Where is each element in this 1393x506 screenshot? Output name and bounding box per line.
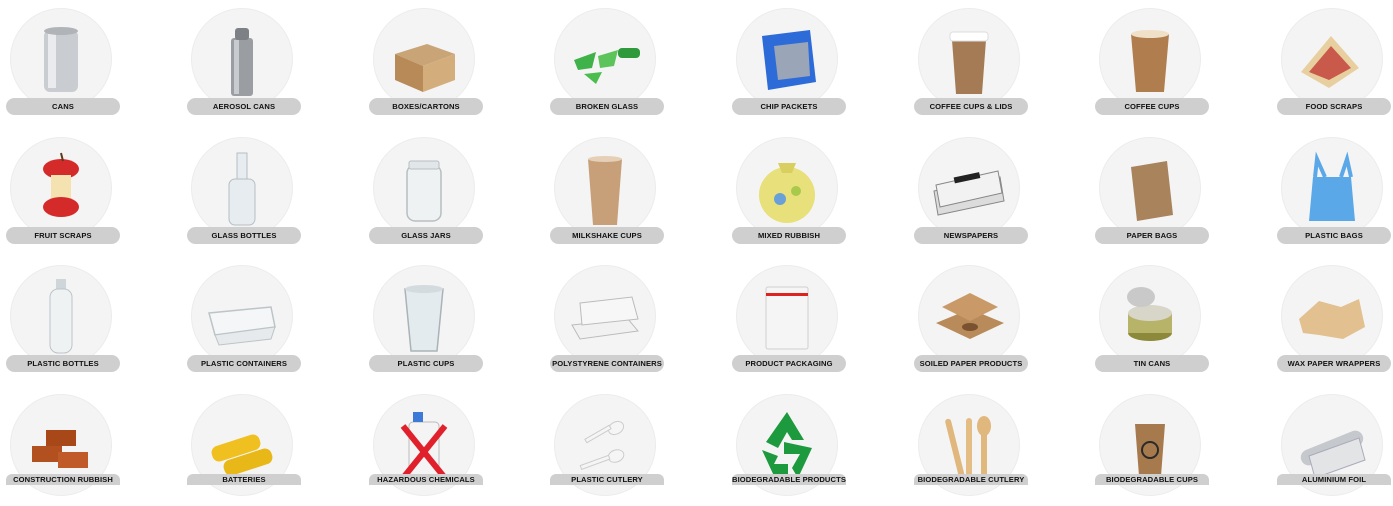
waste-item-tile[interactable]: BIODEGRADABLE CUPS xyxy=(1091,386,1211,506)
waste-item-label[interactable]: WAX PAPER WRAPPERS xyxy=(1277,355,1391,372)
plastic-bag-icon[interactable] xyxy=(1281,137,1383,239)
waste-item-tile[interactable]: POLYSTYRENE CONTAINERS xyxy=(546,257,666,377)
glass-jar-icon[interactable] xyxy=(373,137,475,239)
wax-paper-icon[interactable] xyxy=(1281,265,1383,367)
waste-item-label[interactable]: NEWSPAPERS xyxy=(914,227,1028,244)
waste-item-tile[interactable]: HAZARDOUS CHEMICALS xyxy=(365,386,485,506)
waste-item-tile[interactable]: FOOD SCRAPS xyxy=(1273,0,1393,120)
waste-item-tile[interactable]: CHIP PACKETS xyxy=(728,0,848,120)
rubbish-bag-icon[interactable] xyxy=(736,137,838,239)
waste-item-label[interactable]: MILKSHAKE CUPS xyxy=(550,227,664,244)
waste-item-label[interactable]: GLASS BOTTLES xyxy=(187,227,301,244)
waste-item-label[interactable]: PAPER BAGS xyxy=(1095,227,1209,244)
broken-glass-icon[interactable] xyxy=(554,8,656,110)
coffee-cup-icon[interactable] xyxy=(1099,8,1201,110)
waste-item-tile[interactable]: COFFEE CUPS & LIDS xyxy=(910,0,1030,120)
waste-item-label[interactable]: PLASTIC CUTLERY xyxy=(550,474,664,485)
sandwich-icon[interactable] xyxy=(1281,8,1383,110)
waste-item-tile[interactable]: BROKEN GLASS xyxy=(546,0,666,120)
waste-item-tile[interactable]: PLASTIC CUPS xyxy=(365,257,485,377)
waste-item-tile[interactable]: BIODEGRADABLE PRODUCTS xyxy=(728,386,848,506)
waste-item-label[interactable]: ALUMINIUM FOIL xyxy=(1277,474,1391,485)
waste-item-label[interactable]: MIXED RUBBISH xyxy=(732,227,846,244)
waste-item-tile[interactable]: GLASS JARS xyxy=(365,129,485,249)
waste-item-label[interactable]: CANS xyxy=(6,98,120,115)
waste-item-tile[interactable]: NEWSPAPERS xyxy=(910,129,1030,249)
waste-items-grid: CANS AEROSOL CANS BOXES/CARTONS BROKEN GLAS… xyxy=(0,0,1393,497)
waste-item-tile[interactable]: BIODEGRADABLE CUTLERY xyxy=(910,386,1030,506)
plastic-cup-icon[interactable] xyxy=(373,265,475,367)
waste-item-label[interactable]: FRUIT SCRAPS xyxy=(6,227,120,244)
waste-item-label[interactable]: HAZARDOUS CHEMICALS xyxy=(369,474,483,485)
waste-item-label[interactable]: AEROSOL CANS xyxy=(187,98,301,115)
waste-item-tile[interactable]: ALUMINIUM FOIL xyxy=(1273,386,1393,506)
waste-item-label[interactable]: COFFEE CUPS & LIDS xyxy=(914,98,1028,115)
waste-item-tile[interactable]: MILKSHAKE CUPS xyxy=(546,129,666,249)
waste-item-tile[interactable]: WAX PAPER WRAPPERS xyxy=(1273,257,1393,377)
waste-item-label[interactable]: BOXES/CARTONS xyxy=(369,98,483,115)
waste-item-label[interactable]: COFFEE CUPS xyxy=(1095,98,1209,115)
waste-item-label[interactable]: PLASTIC CUPS xyxy=(369,355,483,372)
waste-item-tile[interactable]: BOXES/CARTONS xyxy=(365,0,485,120)
waste-item-label[interactable]: BIODEGRADABLE PRODUCTS xyxy=(732,474,846,485)
packaging-bag-icon[interactable] xyxy=(736,265,838,367)
waste-item-label[interactable]: POLYSTYRENE CONTAINERS xyxy=(550,355,664,372)
pizza-box-icon[interactable] xyxy=(918,265,1020,367)
waste-item-tile[interactable]: PLASTIC BAGS xyxy=(1273,129,1393,249)
milkshake-cup-icon[interactable] xyxy=(554,137,656,239)
waste-item-tile[interactable]: TIN CANS xyxy=(1091,257,1211,377)
waste-item-tile[interactable]: PLASTIC BOTTLES xyxy=(2,257,122,377)
waste-item-label[interactable]: PRODUCT PACKAGING xyxy=(732,355,846,372)
waste-item-label[interactable]: TIN CANS xyxy=(1095,355,1209,372)
coffee-cup-lid-icon[interactable] xyxy=(918,8,1020,110)
waste-item-tile[interactable]: PLASTIC CUTLERY xyxy=(546,386,666,506)
tin-can-icon[interactable] xyxy=(1099,265,1201,367)
waste-item-label[interactable]: PLASTIC BAGS xyxy=(1277,227,1391,244)
waste-item-tile[interactable]: BATTERIES xyxy=(183,386,303,506)
paper-bag-icon[interactable] xyxy=(1099,137,1201,239)
waste-item-label[interactable]: PLASTIC BOTTLES xyxy=(6,355,120,372)
waste-item-label[interactable]: BIODEGRADABLE CUPS xyxy=(1095,474,1209,485)
waste-item-tile[interactable]: FRUIT SCRAPS xyxy=(2,129,122,249)
waste-item-tile[interactable]: MIXED RUBBISH xyxy=(728,129,848,249)
waste-item-tile[interactable]: SOILED PAPER PRODUCTS xyxy=(910,257,1030,377)
cardboard-box-icon[interactable] xyxy=(373,8,475,110)
waste-item-tile[interactable]: PLASTIC CONTAINERS xyxy=(183,257,303,377)
aerosol-can-icon[interactable] xyxy=(191,8,293,110)
waste-item-label[interactable]: CHIP PACKETS xyxy=(732,98,846,115)
plastic-bottle-icon[interactable] xyxy=(10,265,112,367)
waste-item-label[interactable]: PLASTIC CONTAINERS xyxy=(187,355,301,372)
apple-core-icon[interactable] xyxy=(10,137,112,239)
waste-item-label[interactable]: BATTERIES xyxy=(187,474,301,485)
waste-item-label[interactable]: FOOD SCRAPS xyxy=(1277,98,1391,115)
glass-bottle-icon[interactable] xyxy=(191,137,293,239)
polystyrene-container-icon[interactable] xyxy=(554,265,656,367)
waste-item-label[interactable]: BROKEN GLASS xyxy=(550,98,664,115)
waste-item-tile[interactable]: CONSTRUCTION RUBBISH xyxy=(2,386,122,506)
waste-item-tile[interactable]: COFFEE CUPS xyxy=(1091,0,1211,120)
waste-item-tile[interactable]: GLASS BOTTLES xyxy=(183,129,303,249)
waste-item-tile[interactable]: AEROSOL CANS xyxy=(183,0,303,120)
newspaper-icon[interactable] xyxy=(918,137,1020,239)
aluminium-can-icon[interactable] xyxy=(10,8,112,110)
waste-item-label[interactable]: GLASS JARS xyxy=(369,227,483,244)
waste-item-label[interactable]: SOILED PAPER PRODUCTS xyxy=(914,355,1028,372)
waste-item-tile[interactable]: PRODUCT PACKAGING xyxy=(728,257,848,377)
waste-item-label[interactable]: CONSTRUCTION RUBBISH xyxy=(6,474,120,485)
waste-item-tile[interactable]: CANS xyxy=(2,0,122,120)
waste-item-tile[interactable]: PAPER BAGS xyxy=(1091,129,1211,249)
chip-packet-icon[interactable] xyxy=(736,8,838,110)
plastic-container-icon[interactable] xyxy=(191,265,293,367)
waste-item-label[interactable]: BIODEGRADABLE CUTLERY xyxy=(914,474,1028,485)
